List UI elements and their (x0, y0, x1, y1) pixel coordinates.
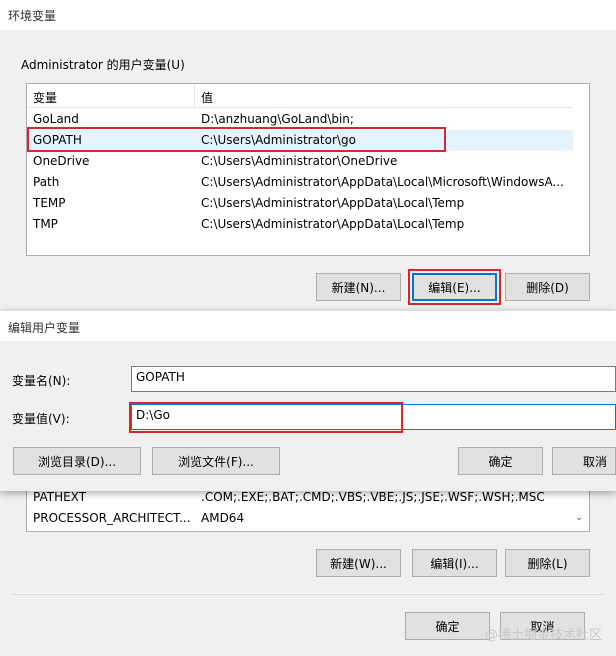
var-name: Path (33, 175, 60, 189)
var-value: .COM;.EXE;.BAT;.CMD;.VBS;.VBE;.JS;.JSE;.… (201, 490, 545, 504)
browse-file-button[interactable]: 浏览文件(F)... (152, 447, 280, 475)
scroll-down-icon[interactable]: ⌄ (575, 512, 583, 523)
footer-divider (12, 594, 604, 595)
var-value: C:\Users\Administrator\OneDrive (201, 154, 398, 168)
list-row[interactable]: TEMP C:\Users\Administrator\AppData\Loca… (27, 193, 573, 214)
var-value: D:\anzhuang\GoLand\bin; (201, 112, 354, 126)
delete-system-var-button[interactable]: 删除(L) (505, 549, 590, 577)
column-separator[interactable] (194, 84, 195, 107)
new-system-var-button[interactable]: 新建(W)... (316, 549, 401, 577)
edit-system-var-button[interactable]: 编辑(I)... (412, 549, 497, 577)
var-name: TEMP (33, 196, 66, 210)
list-row[interactable]: Path C:\Users\Administrator\AppData\Loca… (27, 172, 573, 193)
column-header-value[interactable]: 值 (201, 89, 213, 106)
user-vars-group-label: Administrator 的用户变量(U) (21, 58, 185, 72)
var-name: GoLand (33, 112, 79, 126)
value-highlight-box (129, 402, 403, 433)
var-name-label: 变量名(N): (12, 374, 71, 388)
var-value: C:\Users\Administrator\AppData\Local\Tem… (201, 196, 465, 210)
gopath-highlight-box (27, 127, 446, 152)
edit-dialog-titlebar: 编辑用户变量 (0, 311, 616, 341)
env-ok-button[interactable]: 确定 (405, 612, 490, 640)
edit-button-highlight-box (408, 269, 501, 305)
edit-ok-button[interactable]: 确定 (458, 447, 543, 475)
var-name: PROCESSOR_ARCHITECT... (33, 511, 191, 525)
delete-user-var-button[interactable]: 删除(D) (505, 273, 590, 301)
var-value: C:\Users\Administrator\AppData\Local\Mic… (201, 175, 564, 189)
list-row[interactable]: TMP C:\Users\Administrator\AppData\Local… (27, 214, 573, 235)
column-header-name[interactable]: 变量 (33, 89, 57, 106)
new-user-var-button[interactable]: 新建(N)... (316, 273, 401, 301)
list-row[interactable]: PROCESSOR_ARCHITECT... AMD64 (27, 508, 573, 529)
env-dialog-titlebar: 环境变量 (0, 0, 616, 30)
user-vars-list[interactable]: 变量 值 GoLand D:\anzhuang\GoLand\bin; GOPA… (26, 83, 590, 256)
env-dialog-title: 环境变量 (8, 9, 57, 23)
var-name: PATHEXT (33, 490, 87, 504)
edit-var-dialog: 编辑用户变量 变量名(N): GOPATH 变量值(V): D:\Go 浏览目录… (0, 311, 616, 491)
var-value: C:\Users\Administrator\AppData\Local\Tem… (201, 217, 465, 231)
var-name: OneDrive (33, 154, 90, 168)
var-value: AMD64 (201, 511, 245, 525)
var-name: TMP (33, 217, 58, 231)
edit-cancel-button[interactable]: 取消 (552, 447, 616, 475)
var-name-input[interactable]: GOPATH (131, 366, 616, 392)
list-row[interactable]: OneDrive C:\Users\Administrator\OneDrive (27, 151, 573, 172)
browse-directory-button[interactable]: 浏览目录(D)... (13, 447, 141, 475)
watermark: @稀土掘金技术社区 (484, 628, 602, 643)
edit-dialog-title: 编辑用户变量 (8, 321, 81, 335)
list-header: 变量 值 (27, 84, 573, 108)
var-value-label: 变量值(V): (12, 412, 70, 426)
list-scrollbar-track[interactable] (572, 84, 589, 255)
